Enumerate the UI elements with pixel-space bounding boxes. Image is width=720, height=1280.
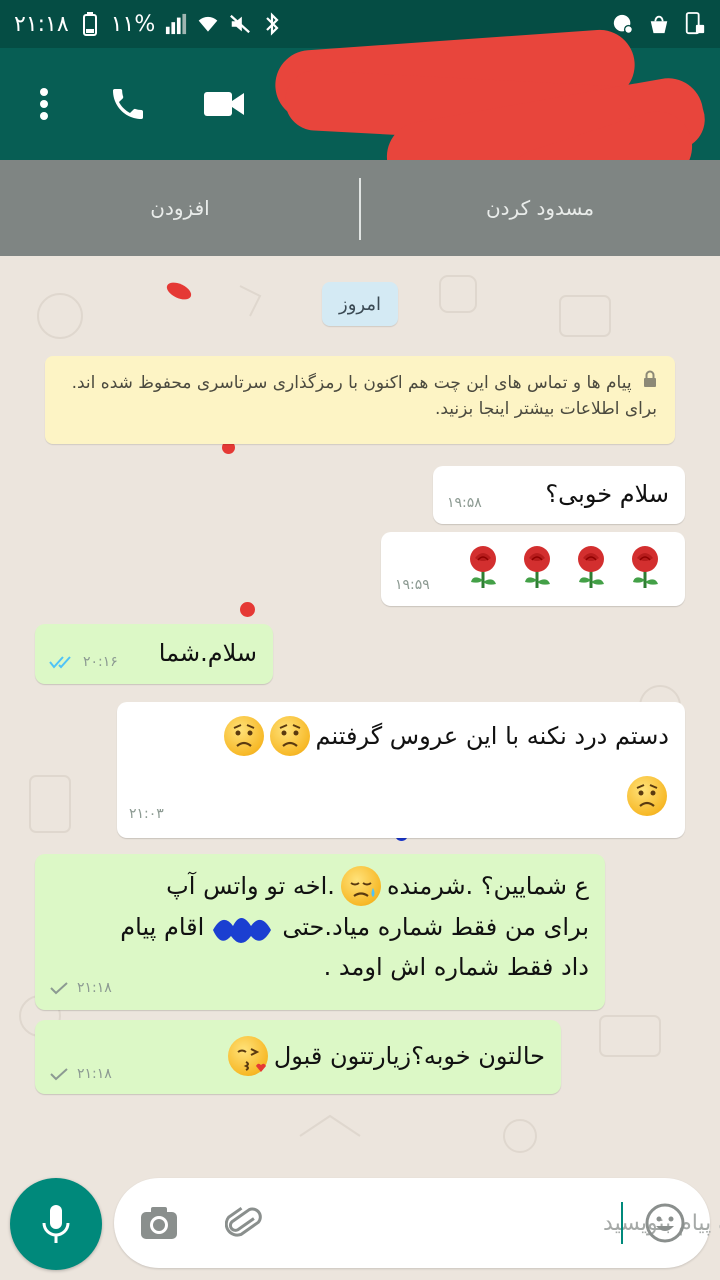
status-left: ۲۱:۱۸ ۱۱%	[14, 12, 283, 37]
date-chip: امروز	[322, 282, 398, 326]
mute-icon	[229, 13, 251, 35]
phone-icon	[113, 89, 143, 119]
message-text: ع شمایین؟ .شرمنده	[386, 872, 589, 900]
more-vert-icon	[40, 88, 48, 120]
message-composer	[114, 1178, 720, 1268]
message-text: داد فقط شماره اش اومد .	[323, 953, 589, 981]
message-line: برای من فقط شماره میاد.حتی اقام پیام	[120, 908, 589, 946]
message-outgoing[interactable]: ع شمایین؟ .شرمنده .اخه تو واتس آپ برای م…	[35, 854, 605, 1010]
message-outgoing[interactable]: حالتون خوبه؟زیارتتون قبول ۲۱:۱۸	[35, 1020, 561, 1094]
paperclip-icon	[225, 1206, 262, 1237]
video-call-button[interactable]	[196, 76, 252, 132]
rose-icon	[524, 546, 550, 588]
message-time: ۲۱:۱۸	[77, 1066, 112, 1082]
encryption-text: پیام ها و تماس های این چت هم اکنون با رم…	[71, 373, 657, 419]
sent-tick-icon	[50, 982, 68, 995]
text-cursor	[621, 1202, 623, 1244]
message-text: اقام پیام	[120, 913, 205, 941]
message-text: سلام خوبی؟	[545, 480, 669, 508]
rose-icon	[578, 546, 604, 588]
encryption-notice[interactable]: پیام ها و تماس های این چت هم اکنون با رم…	[45, 356, 675, 444]
message-status: ۲۰:۱۶	[49, 654, 118, 670]
message-time: ۲۰:۱۶	[83, 654, 118, 670]
kissing-face-icon	[227, 1036, 268, 1076]
more-options-button[interactable]	[16, 76, 72, 132]
attach-button[interactable]	[222, 1200, 268, 1246]
message-text: .اخه تو واتس آپ	[166, 872, 335, 900]
worried-face-icon	[223, 716, 264, 756]
sad-sweat-face-icon	[340, 866, 381, 906]
message-time: ۱۹:۵۸	[447, 495, 482, 511]
add-contact-button[interactable]: افزودن	[0, 160, 360, 256]
rose-icon	[632, 546, 658, 588]
message-line: دستم درد نکنه با این عروس گرفتنم	[223, 716, 669, 756]
message-incoming[interactable]: دستم درد نکنه با این عروس گرفتنم ۲۱:۰۳	[117, 702, 685, 838]
message-text: دستم درد نکنه با این عروس گرفتنم	[315, 722, 669, 750]
worried-face-icon	[269, 716, 310, 756]
message-status: ۲۱:۱۸	[49, 980, 112, 996]
message-line: حالتون خوبه؟زیارتتون قبول	[227, 1036, 545, 1076]
emoji-button[interactable]	[642, 1200, 688, 1246]
message-text: برای من فقط شماره میاد.حتی	[282, 913, 589, 941]
voice-record-button[interactable]	[10, 1178, 102, 1270]
action-divider	[359, 178, 361, 240]
message-time: ۲۱:۱۸	[77, 980, 112, 996]
camera-icon	[141, 1207, 177, 1239]
message-incoming[interactable]: ۱۹:۵۹	[381, 532, 685, 606]
battery-icon	[79, 12, 101, 36]
emoji-smiley-icon	[645, 1203, 685, 1243]
message-outgoing[interactable]: سلام.شما ۲۰:۱۶	[35, 624, 273, 684]
microphone-icon	[42, 1205, 70, 1243]
worried-face-icon	[627, 776, 667, 816]
message-time: ۲۱:۰۳	[129, 806, 164, 822]
message-text: سلام.شما	[158, 639, 257, 667]
red-dot	[240, 602, 255, 617]
rose-icon	[470, 546, 496, 588]
voice-call-button[interactable]	[100, 76, 156, 132]
block-contact-button[interactable]: مسدود کردن	[360, 160, 720, 256]
message-time: ۱۹:۵۹	[395, 577, 430, 593]
sent-tick-icon	[50, 1068, 68, 1081]
battery-percent: ۱۱%	[110, 11, 156, 37]
signal-icon	[165, 13, 187, 35]
message-text: حالتون خوبه؟زیارتتون قبول	[273, 1042, 545, 1070]
unknown-contact-actions: افزودن مسدود کردن	[0, 160, 720, 256]
chat-area[interactable]: امروز پیام ها و تماس های این چت هم اکنون…	[0, 256, 720, 1166]
clock: ۲۱:۱۸	[14, 11, 69, 37]
lock-icon	[643, 370, 657, 396]
camera-button[interactable]	[136, 1200, 182, 1246]
wifi-icon	[197, 13, 219, 35]
blue-scribble-redaction	[208, 910, 278, 944]
message-status: ۲۱:۱۸	[49, 1066, 112, 1082]
video-camera-icon	[204, 92, 244, 116]
message-line: ع شمایین؟ .شرمنده .اخه تو واتس آپ	[166, 866, 589, 906]
rose-emoji-row	[463, 544, 665, 588]
read-double-tick-icon	[49, 656, 71, 669]
message-incoming[interactable]: سلام خوبی؟ ۱۹:۵۸	[433, 466, 685, 524]
